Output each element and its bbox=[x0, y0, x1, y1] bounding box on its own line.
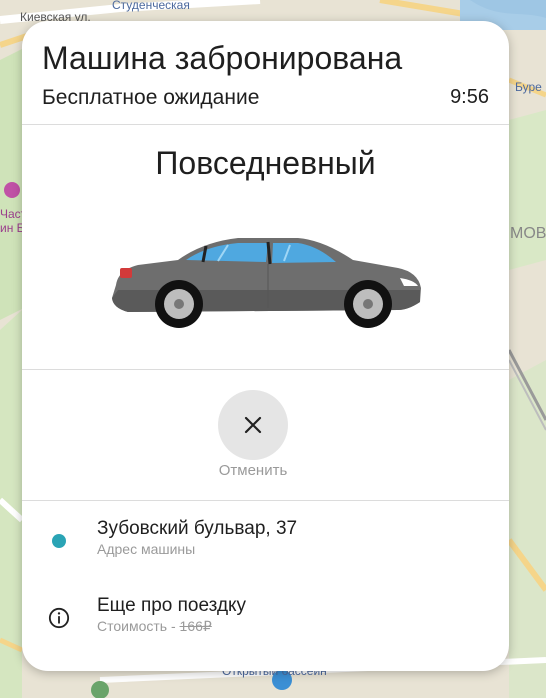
map-label: ин Б bbox=[0, 221, 25, 235]
sedan-car-image bbox=[112, 238, 421, 328]
waiting-status: Бесплатное ожидание bbox=[42, 86, 260, 109]
booking-card: Машина забронирована Бесплатное ожидание… bbox=[22, 21, 509, 671]
price-label: Стоимость - bbox=[97, 618, 180, 634]
car-address: Зубовский бульвар, 37 bbox=[97, 518, 298, 539]
map-label: МОВ bbox=[510, 225, 546, 242]
trip-details-row[interactable]: Еще про поездку Стоимость - 166₽ bbox=[22, 595, 509, 655]
car-address-row[interactable]: Зубовский бульвар, 37 Адрес машины bbox=[22, 518, 509, 578]
cancel-label[interactable]: Отменить bbox=[22, 462, 484, 479]
tariff-section: Повседневный bbox=[22, 125, 509, 370]
page-title: Машина забронирована bbox=[42, 40, 403, 76]
cancel-button[interactable] bbox=[218, 390, 288, 460]
map-label: Буре bbox=[515, 80, 542, 94]
trip-details-title: Еще про поездку bbox=[97, 595, 247, 616]
location-dot-icon bbox=[48, 530, 70, 552]
trip-price: 166₽ bbox=[179, 618, 212, 634]
close-icon bbox=[244, 416, 262, 434]
trip-price-caption: Стоимость - 166₽ bbox=[97, 618, 212, 635]
waiting-timer: 9:56 bbox=[450, 86, 489, 108]
car-address-caption: Адрес машины bbox=[97, 541, 196, 557]
metro-marker-icon bbox=[4, 182, 20, 198]
tariff-name: Повседневный bbox=[155, 145, 376, 181]
map-label: Студенческая bbox=[112, 0, 190, 12]
booking-header: Машина забронирована Бесплатное ожидание… bbox=[22, 21, 509, 125]
info-icon bbox=[48, 607, 70, 629]
cancel-section: Отменить bbox=[22, 370, 509, 501]
